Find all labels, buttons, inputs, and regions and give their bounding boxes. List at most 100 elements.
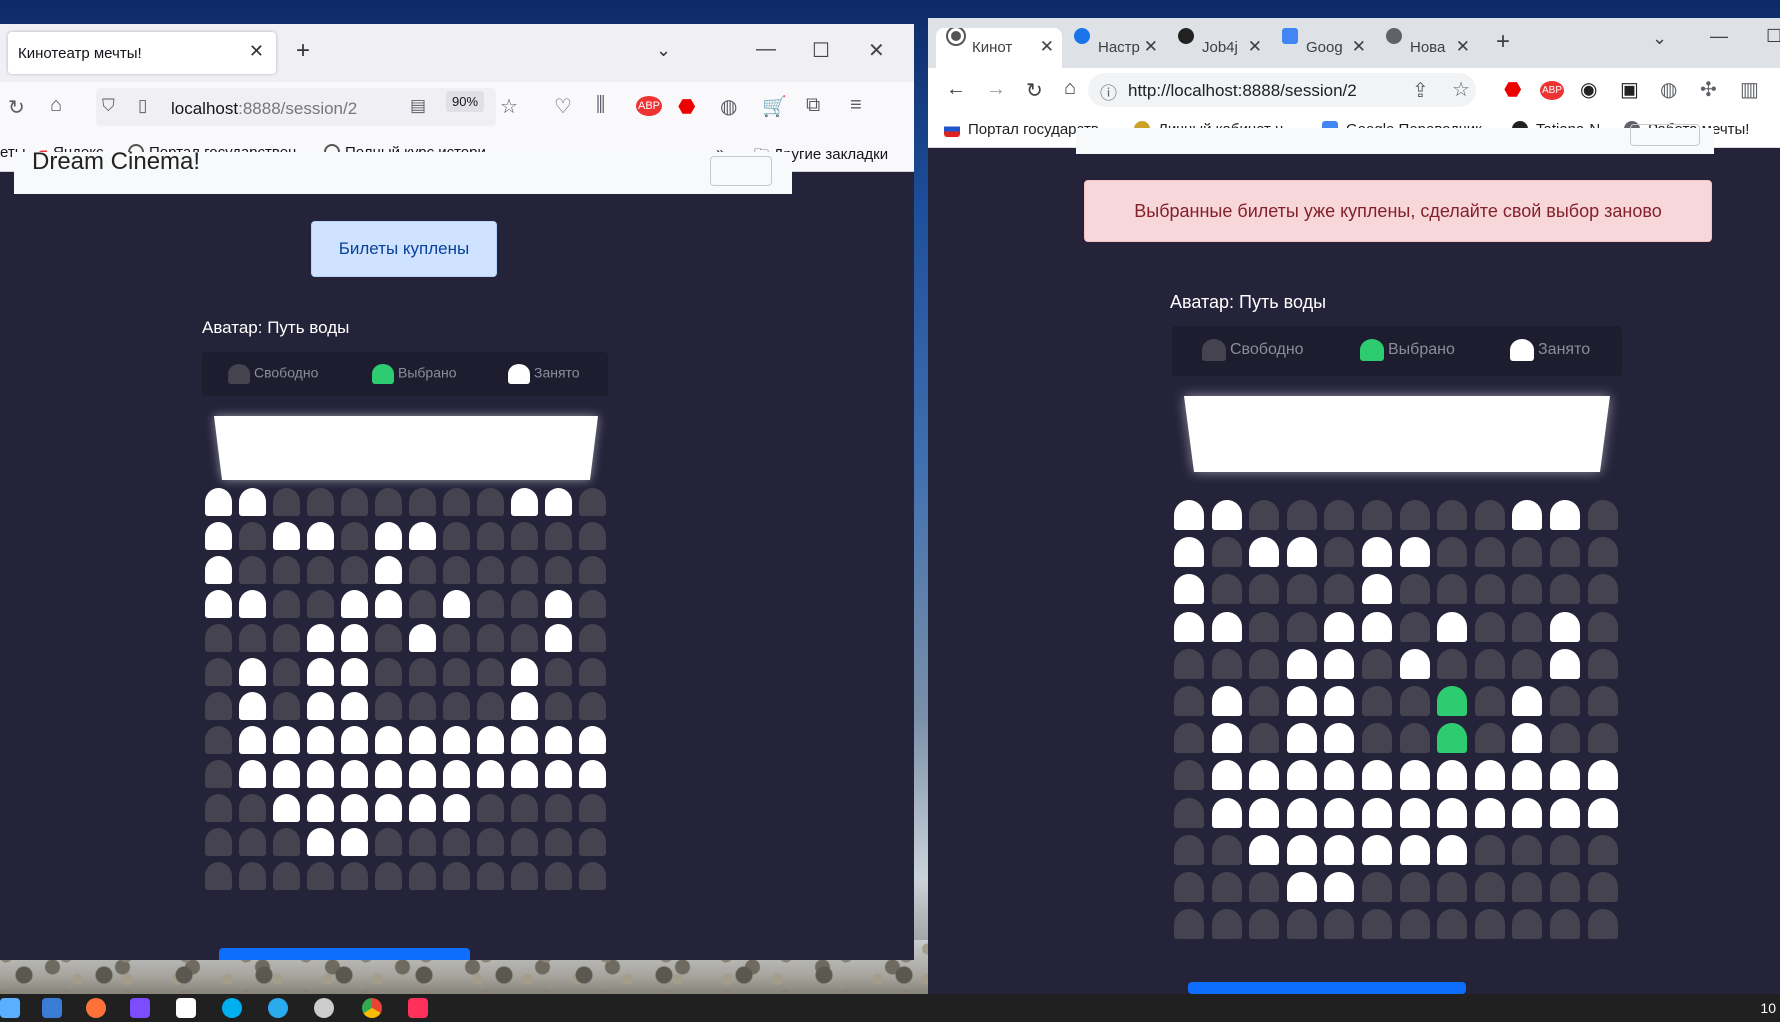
seat[interactable] (239, 522, 266, 550)
seat[interactable] (205, 658, 232, 686)
intellij-icon[interactable] (408, 998, 428, 1018)
seat[interactable] (1512, 611, 1543, 642)
seat[interactable] (273, 556, 300, 584)
seat[interactable] (1437, 648, 1468, 679)
seat[interactable] (545, 658, 572, 686)
seat[interactable] (1474, 723, 1505, 754)
seat[interactable] (1211, 872, 1242, 902)
maximize-icon[interactable]: ☐ (812, 38, 830, 63)
seat[interactable] (477, 488, 504, 516)
bookmark-star-icon[interactable]: ☆ (1452, 77, 1470, 102)
seat[interactable] (443, 692, 470, 720)
seat[interactable] (1512, 909, 1543, 940)
minimize-icon[interactable]: — (756, 38, 776, 61)
seat[interactable] (1550, 686, 1580, 716)
seat[interactable] (579, 488, 606, 516)
globe-icon[interactable]: ◍ (1660, 77, 1677, 102)
seat[interactable] (1437, 686, 1468, 716)
seat[interactable] (1399, 872, 1430, 902)
seat[interactable] (443, 624, 470, 652)
seat[interactable] (1437, 872, 1468, 902)
seat[interactable] (511, 590, 538, 618)
seat[interactable] (1174, 648, 1204, 679)
reload-icon[interactable]: ↻ (8, 95, 25, 120)
seat[interactable] (511, 624, 538, 652)
seat[interactable] (1437, 500, 1468, 530)
notion-icon[interactable] (176, 998, 196, 1018)
chrome-icon[interactable] (362, 998, 382, 1018)
seat[interactable] (545, 794, 572, 822)
reader-view-icon[interactable]: ▤ (410, 96, 426, 116)
info-icon[interactable]: ⓘ (1100, 79, 1117, 104)
seat[interactable] (1399, 909, 1430, 940)
seat[interactable] (1249, 611, 1280, 642)
seat[interactable] (1174, 909, 1204, 940)
seat[interactable] (1362, 686, 1392, 716)
seat[interactable] (341, 556, 368, 584)
seat[interactable] (1324, 574, 1355, 605)
seat[interactable] (477, 590, 504, 618)
seat[interactable] (443, 828, 470, 856)
share-icon[interactable]: ⇪ (1412, 78, 1429, 103)
seat[interactable] (1587, 834, 1618, 865)
side-panel-icon[interactable]: ▥ (1740, 77, 1759, 102)
seat[interactable] (477, 794, 504, 822)
navbar-toggler-button[interactable] (710, 156, 772, 186)
cart-icon[interactable]: 🛒 (762, 94, 787, 119)
seat[interactable] (1474, 611, 1505, 642)
seat[interactable] (1587, 723, 1618, 754)
seat[interactable] (1399, 500, 1430, 530)
seat[interactable] (477, 828, 504, 856)
seat[interactable] (443, 522, 470, 550)
seat[interactable] (1324, 537, 1355, 568)
seat[interactable] (443, 556, 470, 584)
seat[interactable] (1211, 537, 1242, 568)
menu-icon[interactable]: ≡ (850, 94, 862, 117)
seat[interactable] (579, 692, 606, 720)
extensions-icon[interactable]: ✣ (1700, 77, 1717, 102)
tab-cinema[interactable]: Кинотеатр мечты! ✕ (8, 32, 276, 74)
seat[interactable] (1286, 574, 1317, 605)
seat[interactable] (511, 794, 538, 822)
seat[interactable] (1249, 872, 1280, 902)
seat[interactable] (273, 590, 300, 618)
tab-cinema[interactable]: Кинот ✕ (936, 28, 1062, 68)
seat[interactable] (205, 794, 232, 822)
seat[interactable] (579, 590, 606, 618)
extensions-icon[interactable]: ⧉ (806, 94, 820, 117)
close-tab-icon[interactable]: ✕ (249, 41, 264, 62)
seat[interactable] (1474, 537, 1505, 568)
seat[interactable] (1550, 834, 1580, 865)
seat[interactable] (1587, 648, 1618, 679)
vpn-icon[interactable]: ◉ (1580, 77, 1597, 102)
seat[interactable] (239, 624, 266, 652)
buy-tickets-button[interactable]: Купить выбранные билеты (219, 948, 470, 960)
seat[interactable] (375, 692, 402, 720)
seat[interactable] (409, 658, 436, 686)
library-icon[interactable]: ⫼ (596, 94, 605, 117)
shield-icon[interactable]: ⛉ (102, 96, 115, 116)
seat[interactable] (1474, 909, 1505, 940)
seat[interactable] (1550, 909, 1580, 940)
seat[interactable] (341, 522, 368, 550)
seat[interactable] (477, 692, 504, 720)
seat[interactable] (1399, 686, 1430, 716)
seat[interactable] (1437, 574, 1468, 605)
seat[interactable] (307, 862, 334, 890)
start-icon[interactable] (0, 998, 20, 1018)
url-text[interactable]: localhost:8888/session/2 (171, 99, 357, 119)
seat[interactable] (409, 590, 436, 618)
seat[interactable] (1512, 834, 1543, 865)
seat[interactable] (205, 692, 232, 720)
close-tab-icon[interactable]: ✕ (1248, 37, 1262, 57)
seat[interactable] (375, 488, 402, 516)
seat[interactable] (1362, 648, 1392, 679)
seat[interactable] (579, 624, 606, 652)
seat[interactable] (511, 862, 538, 890)
tab-google[interactable]: Goog ✕ (1270, 28, 1374, 68)
seat[interactable] (511, 828, 538, 856)
seat[interactable] (1211, 909, 1242, 940)
site-brand[interactable]: Dream Cinema! (32, 148, 200, 176)
seat[interactable] (1211, 648, 1242, 679)
buy-tickets-button[interactable] (1188, 982, 1466, 994)
